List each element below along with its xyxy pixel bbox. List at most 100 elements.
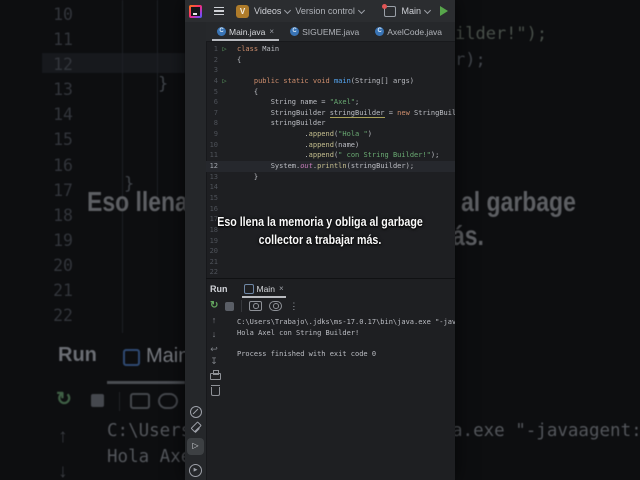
print-icon[interactable]	[210, 370, 221, 380]
code-line[interactable]: 8 stringBuilder	[206, 118, 455, 129]
bg-line-number: 22	[53, 306, 73, 326]
code-line[interactable]: 7 StringBuilder stringBuilder = new Stri…	[206, 108, 455, 119]
bg-console-text: a.exe "-javaagent:C:\Us	[452, 421, 640, 441]
tab-close-icon[interactable]: ×	[269, 27, 274, 36]
code-text: {	[237, 87, 259, 96]
run-panel-title: Run	[210, 283, 228, 294]
console-line: Hola Axel con String Builder!	[237, 328, 360, 337]
line-number: 1	[213, 45, 218, 53]
run-tool-icon-selected[interactable]: ▷	[185, 438, 206, 455]
more-options-icon[interactable]: ⋮	[289, 301, 298, 311]
code-line[interactable]: 21	[206, 257, 455, 268]
editor-tab-bar: C Main.java × C SIGUEME.java C AxelCode.java	[206, 22, 455, 42]
camera-icon[interactable]	[249, 301, 263, 311]
run-gutter-icon	[218, 140, 231, 151]
line-number: 14	[209, 183, 218, 192]
class-icon: C	[290, 27, 300, 36]
run-gutter-icon	[218, 55, 231, 66]
code-line[interactable]: 14	[206, 182, 455, 193]
scroll-to-end-icon[interactable]: ↧	[208, 356, 220, 366]
scroll-down-icon[interactable]: ↓	[208, 329, 220, 339]
class-icon: C	[375, 27, 385, 36]
tab-AxelCode.java[interactable]: C AxelCode.java	[367, 22, 450, 41]
code-text: System.out.println(stringBuilder);	[237, 162, 415, 171]
line-number: 21	[209, 257, 218, 266]
bg-rerun-icon: ↻	[56, 389, 72, 410]
bg-up-arrow-icon: ↑	[58, 426, 68, 447]
run-gutter-icon	[218, 182, 231, 193]
code-line[interactable]: 3	[206, 65, 455, 76]
run-gutter-icon[interactable]: ▷	[218, 76, 231, 87]
tab-SIGUEME.java[interactable]: C SIGUEME.java	[282, 22, 367, 41]
services-tool-icon[interactable]: ▶	[185, 464, 206, 477]
subtitle-line-2: collector a trabajar más.	[258, 232, 382, 247]
code-line[interactable]: 11 .append(" con String Builder!");	[206, 150, 455, 161]
code-text: String name = "Axel";	[237, 98, 360, 107]
code-line[interactable]: 4 ▷ public static void main(String[] args…	[206, 76, 455, 87]
rerun-button[interactable]: ↻	[210, 301, 218, 311]
scroll-up-icon[interactable]: ↑	[208, 315, 220, 325]
run-gutter-icon	[218, 97, 231, 108]
run-button[interactable]	[440, 6, 448, 16]
run-tab-label: Main	[256, 283, 275, 294]
run-tab-icon	[243, 283, 254, 294]
stop-button[interactable]	[225, 301, 235, 311]
code-line[interactable]: 15	[206, 193, 455, 204]
commit-tool-icon[interactable]	[185, 406, 206, 418]
line-number: 22	[209, 268, 218, 277]
code-line[interactable]: 2{	[206, 55, 455, 66]
code-line[interactable]: 6 String name = "Axel";	[206, 97, 455, 108]
code-line[interactable]: 22	[206, 267, 455, 278]
code-line[interactable]: 10 .append(name)	[206, 140, 455, 151]
bg-run-tab-label: Main	[146, 345, 190, 367]
code-line[interactable]: 9 .append("Hola ")	[206, 129, 455, 140]
line-number: 10	[209, 140, 218, 149]
run-console-tab[interactable]: Main ×	[240, 279, 288, 298]
vcs-selector[interactable]: Version control	[295, 6, 355, 16]
bg-code-brace: }	[158, 74, 169, 94]
code-line[interactable]: 13 }	[206, 172, 455, 183]
bg-run-label: Run	[58, 344, 97, 366]
run-config-selector[interactable]: Main	[382, 3, 455, 17]
run-panel-header: Run Main ×	[206, 278, 455, 298]
bg-line-number: 10	[53, 5, 73, 24]
line-number: 11	[209, 151, 218, 160]
console-output[interactable]: C:\Users\Trabajo\.jdks\ms-17.0.17\bin\ja…	[237, 317, 455, 480]
soft-wrap-icon[interactable]: ↩	[208, 344, 220, 354]
code-line[interactable]: 5 {	[206, 87, 455, 98]
intellij-logo-icon	[189, 4, 202, 18]
run-gutter-icon	[218, 65, 231, 76]
bg-camera-icon	[158, 393, 178, 409]
code-text: class Main	[237, 45, 280, 53]
run-gutter-icon	[218, 108, 231, 119]
video-frame: 10 11 12 13 14 15 16 17 18 19 20 21 22 } } ilder!");…	[0, 0, 640, 480]
subtitle-overlay: Eso llena la memoria y obliga al garbage…	[0, 213, 640, 249]
main-menu-icon[interactable]	[214, 7, 224, 15]
project-selector[interactable]: Videos	[254, 6, 281, 16]
code-line[interactable]: 1 ▷ class Main	[206, 44, 455, 55]
project-icon[interactable]: V	[236, 4, 249, 18]
bg-tab-underline	[107, 381, 185, 384]
bg-toolbar-divider	[119, 392, 120, 411]
camera-timer-icon[interactable]	[269, 301, 283, 311]
bg-line-number: 16	[53, 155, 73, 175]
run-gutter-icon[interactable]: ▷	[218, 44, 231, 55]
tab-Main.java[interactable]: C Main.java ×	[209, 22, 282, 41]
line-number: 13	[209, 172, 218, 181]
close-icon[interactable]: ×	[279, 284, 284, 293]
run-config-icon	[382, 3, 397, 17]
run-gutter-icon	[218, 129, 231, 140]
code-text: StringBuilder stringBuilder = new String…	[237, 108, 455, 118]
clear-console-icon[interactable]	[210, 385, 220, 396]
class-icon: C	[217, 27, 226, 36]
code-line[interactable]: 12 System.out.println(stringBuilder);	[206, 161, 455, 172]
bg-line-number: 20	[53, 255, 73, 275]
build-tool-icon[interactable]	[185, 422, 206, 434]
console-line: C:\Users\Trabajo\.jdks\ms-17.0.17\bin\ja…	[237, 318, 455, 326]
chevron-down-icon	[423, 6, 432, 14]
bg-line-number: 21	[53, 281, 73, 301]
line-number: 12	[209, 162, 218, 171]
bg-indent-guide	[157, 0, 158, 196]
